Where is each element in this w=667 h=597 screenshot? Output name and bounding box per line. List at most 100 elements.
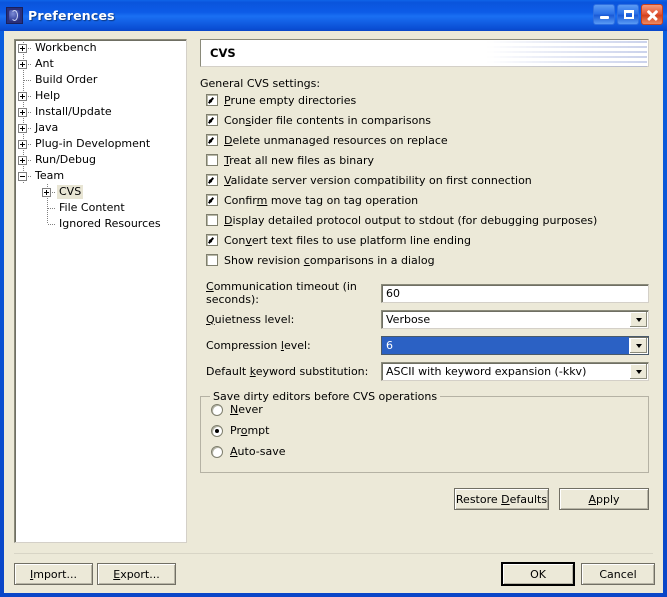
tree-connector-icon <box>15 72 33 88</box>
checkbox-unchecked-icon[interactable] <box>206 154 218 166</box>
sidebar-item-run-debug[interactable]: Run/Debug <box>15 152 186 168</box>
expand-plus-icon[interactable] <box>15 56 33 72</box>
checkbox-row[interactable]: Treat all new files as binary <box>206 150 649 170</box>
checkbox-row[interactable]: Prune empty directories <box>206 90 649 110</box>
preferences-dialog: Preferences Workbench Ant Build Order Help I… <box>0 0 667 597</box>
maximize-button[interactable] <box>617 4 639 25</box>
checkbox-row[interactable]: Convert text files to use platform line … <box>206 230 649 250</box>
checkbox-label: Show revision comparisons in a dialog <box>224 253 435 267</box>
chevron-down-icon[interactable] <box>629 311 647 327</box>
expand-plus-icon[interactable] <box>15 136 33 152</box>
import-label: Import... <box>29 567 77 581</box>
checkbox-label: Confirm move tag on tag operation <box>224 193 419 207</box>
checkbox-row[interactable]: Delete unmanaged resources on replace <box>206 130 649 150</box>
cancel-label: Cancel <box>599 567 637 581</box>
expand-plus-icon[interactable] <box>15 152 33 168</box>
field-label: Communication timeout (in seconds): <box>206 280 357 306</box>
expand-plus-icon[interactable] <box>15 40 33 56</box>
sidebar-item-ignored-resources[interactable]: Ignored Resources <box>15 216 186 232</box>
collapse-minus-icon[interactable] <box>15 168 33 184</box>
sidebar-item-cvs[interactable]: CVS <box>15 184 186 200</box>
minimize-button[interactable] <box>593 4 615 25</box>
checkbox-row[interactable]: Display detailed protocol output to stdo… <box>206 210 649 230</box>
field-label: Compression level: <box>206 338 311 352</box>
checkbox-checked-icon[interactable] <box>206 94 218 106</box>
field-row: Default keyword substitution: ASCII with … <box>200 360 649 382</box>
sidebar-item-ant[interactable]: Ant <box>15 56 186 72</box>
chevron-down-icon[interactable] <box>629 337 647 353</box>
expand-plus-icon[interactable] <box>15 88 33 104</box>
checkbox-label: Consider file contents in comparisons <box>224 113 432 127</box>
close-button[interactable] <box>641 4 663 25</box>
expand-plus-icon[interactable] <box>15 104 33 120</box>
cancel-button[interactable]: Cancel <box>581 563 655 585</box>
sidebar-item-build-order[interactable]: Build Order <box>15 72 186 88</box>
radio-row[interactable]: Prompt <box>211 420 648 441</box>
expand-plus-icon[interactable] <box>39 184 57 200</box>
caption-buttons <box>593 4 663 25</box>
radio-unselected-icon[interactable] <box>211 445 223 458</box>
restore-defaults-button[interactable]: Restore Defaults <box>454 488 549 510</box>
sidebar-item-install-update[interactable]: Install/Update <box>15 104 186 120</box>
export-button[interactable]: Export... <box>97 563 176 585</box>
page-button-row: Restore Defaults Apply <box>200 488 649 510</box>
checkbox-unchecked-icon[interactable] <box>206 254 218 266</box>
sidebar-item-help[interactable]: Help <box>15 88 186 104</box>
radio-selected-icon[interactable] <box>211 424 223 437</box>
checkbox-checked-icon[interactable] <box>206 174 218 186</box>
sidebar-item-label: Java <box>35 121 59 134</box>
checkbox-checked-icon[interactable] <box>206 134 218 146</box>
apply-button[interactable]: Apply <box>559 488 649 510</box>
chevron-down-icon[interactable] <box>629 363 647 379</box>
field-control: Verbose <box>381 309 649 329</box>
checkbox-row[interactable]: Consider file contents in comparisons <box>206 110 649 130</box>
import-button[interactable]: Import... <box>14 563 93 585</box>
sidebar-item-workbench[interactable]: Workbench <box>15 40 186 56</box>
checkbox-label: Validate server version compatibility on… <box>224 173 532 187</box>
sidebar-item-label: Install/Update <box>35 105 112 118</box>
communication-timeout-input[interactable]: 60 <box>381 283 649 303</box>
page-banner: CVS <box>200 39 649 67</box>
sidebar-item-label: Plug-in Development <box>35 137 151 150</box>
radio-row[interactable]: Auto-save <box>211 441 648 462</box>
checkbox-row[interactable]: Show revision comparisons in a dialog <box>206 250 649 270</box>
dialog-client-area: Workbench Ant Build Order Help Install/Updat… <box>4 31 663 593</box>
radio-label: Auto-save <box>230 445 286 458</box>
combo-compression-level[interactable]: 6 <box>381 335 649 355</box>
field-label: Quietness level: <box>206 312 295 326</box>
combo-quietness-level[interactable]: Verbose <box>381 309 649 329</box>
tree-connector-icon <box>39 200 57 216</box>
checkbox-unchecked-icon[interactable] <box>206 214 218 226</box>
section-label: General CVS settings: <box>200 77 321 90</box>
checkbox-label: Convert text files to use platform line … <box>224 233 472 247</box>
dialog-footer: Import... Export... OK Cancel <box>4 555 663 593</box>
combo-default-keyword-substitution[interactable]: ASCII with keyword expansion (-kkv) <box>381 361 649 381</box>
sidebar-item-java[interactable]: Java <box>15 120 186 136</box>
radio-label: Prompt <box>230 424 270 437</box>
apply-label: Apply <box>588 492 620 506</box>
checkbox-checked-icon[interactable] <box>206 234 218 246</box>
cvs-settings-checkbox-list: Prune empty directories Consider file con… <box>200 90 649 270</box>
expand-plus-icon[interactable] <box>15 120 33 136</box>
sidebar-item-team[interactable]: Team <box>15 168 186 184</box>
preference-tree[interactable]: Workbench Ant Build Order Help Install/Updat… <box>14 39 187 543</box>
radio-unselected-icon[interactable] <box>211 403 223 416</box>
window-title: Preferences <box>28 8 115 23</box>
field-row: Quietness level: Verbose <box>200 308 649 330</box>
ok-button[interactable]: OK <box>501 562 575 586</box>
checkbox-label: Display detailed protocol output to stdo… <box>224 213 598 227</box>
sidebar-item-file-content[interactable]: File Content <box>15 200 186 216</box>
checkbox-label: Delete unmanaged resources on replace <box>224 133 448 147</box>
sidebar-item-plug-in-development[interactable]: Plug-in Development <box>15 136 186 152</box>
title-bar[interactable]: Preferences <box>0 0 667 31</box>
checkbox-row[interactable]: Confirm move tag on tag operation <box>206 190 649 210</box>
combo-value: 6 <box>386 338 393 352</box>
combo-value: Verbose <box>386 312 431 326</box>
checkbox-row[interactable]: Validate server version compatibility on… <box>206 170 649 190</box>
sidebar-item-label: Ant <box>35 57 54 70</box>
checkbox-checked-icon[interactable] <box>206 194 218 206</box>
checkbox-checked-icon[interactable] <box>206 114 218 126</box>
